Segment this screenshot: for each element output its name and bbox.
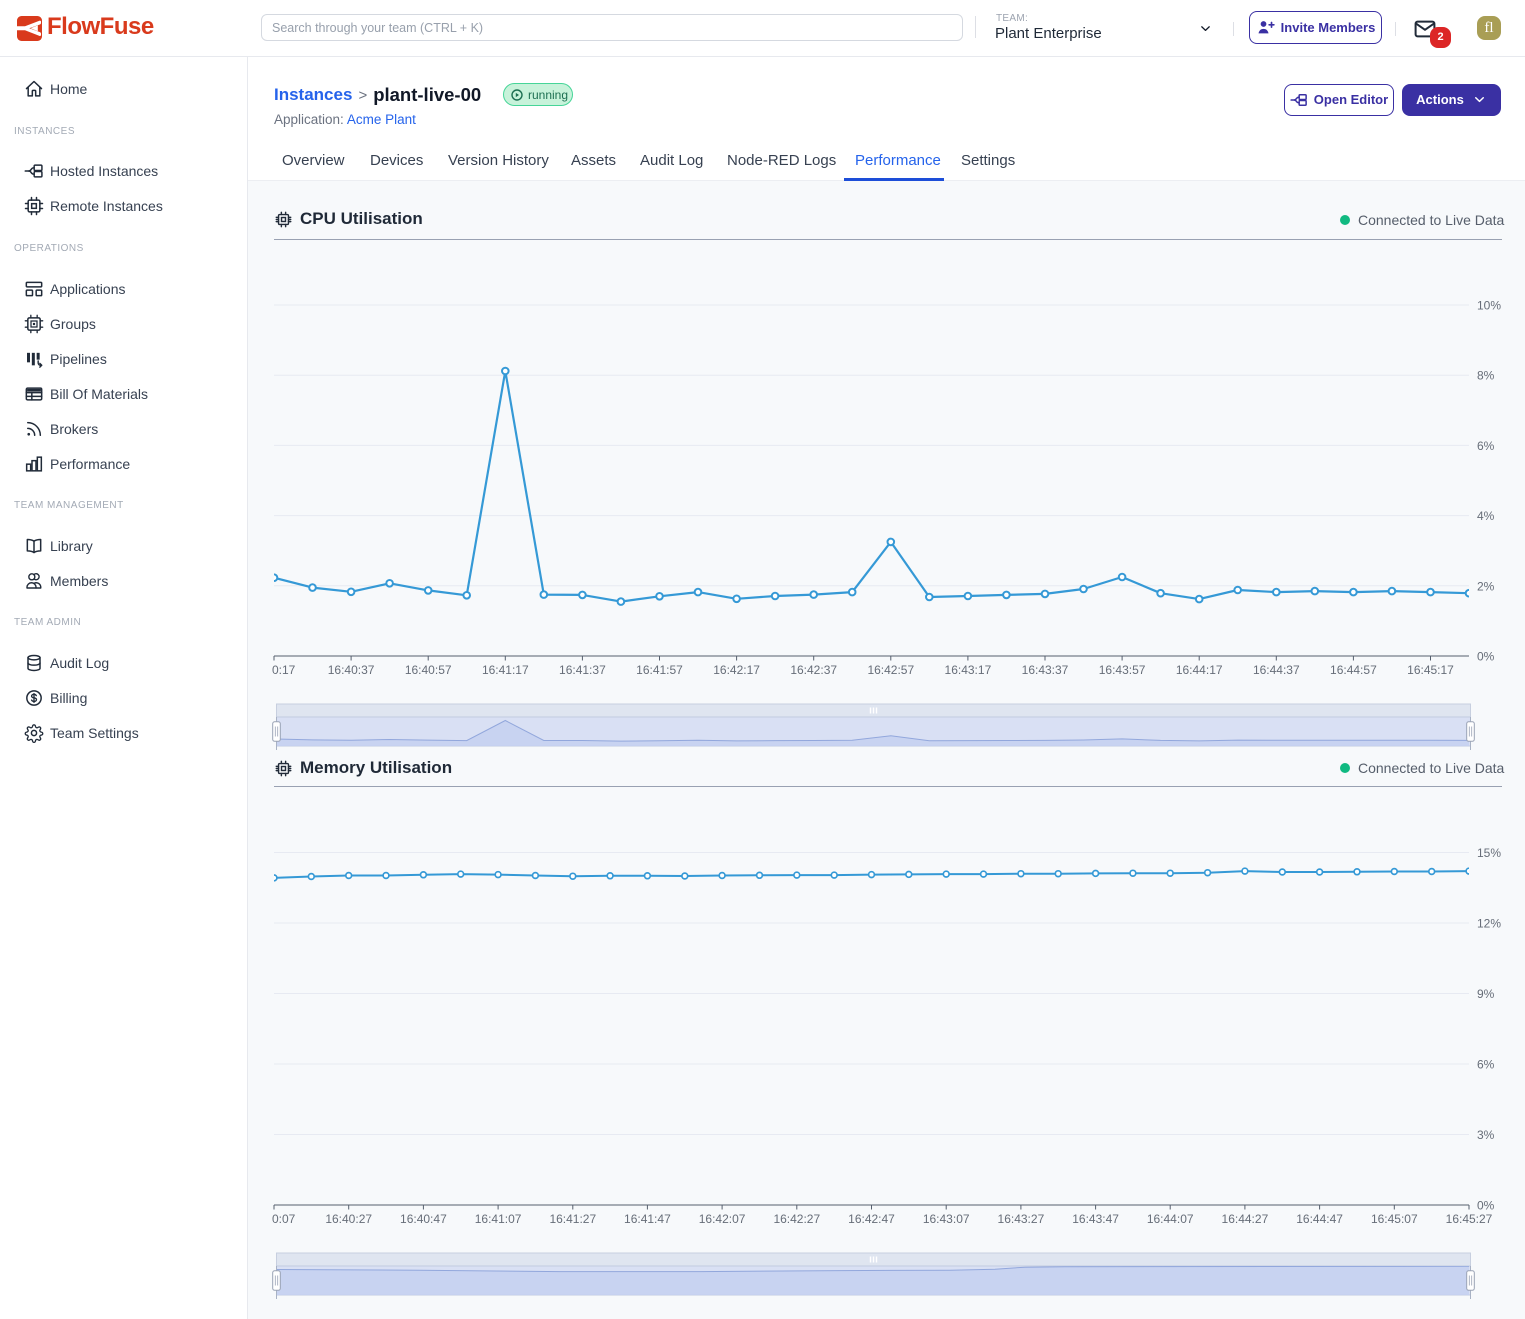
svg-text:0%: 0%: [1477, 1199, 1495, 1213]
svg-text:16:45:07: 16:45:07: [1371, 1212, 1418, 1226]
svg-text:16:45:27: 16:45:27: [1446, 1212, 1493, 1226]
svg-text:16:43:47: 16:43:47: [1072, 1212, 1119, 1226]
svg-text:0%: 0%: [1477, 650, 1495, 664]
svg-text:16:42:07: 16:42:07: [699, 1212, 746, 1226]
svg-text:16:42:27: 16:42:27: [773, 1212, 820, 1226]
svg-text:16:44:47: 16:44:47: [1296, 1212, 1343, 1226]
svg-text:16:43:17: 16:43:17: [945, 663, 992, 677]
svg-text:16:45:17: 16:45:17: [1407, 663, 1454, 677]
svg-text:8%: 8%: [1477, 369, 1495, 383]
svg-text:12%: 12%: [1477, 917, 1501, 931]
svg-text:0:07: 0:07: [272, 1212, 296, 1226]
svg-text:16:40:27: 16:40:27: [325, 1212, 372, 1226]
svg-text:16:41:27: 16:41:27: [549, 1212, 596, 1226]
svg-text:15%: 15%: [1477, 846, 1501, 860]
svg-text:16:42:37: 16:42:37: [790, 663, 837, 677]
svg-text:16:41:37: 16:41:37: [559, 663, 606, 677]
svg-text:16:44:27: 16:44:27: [1222, 1212, 1269, 1226]
svg-text:16:44:17: 16:44:17: [1176, 663, 1223, 677]
svg-text:6%: 6%: [1477, 439, 1495, 453]
svg-text:16:42:47: 16:42:47: [848, 1212, 895, 1226]
svg-text:16:40:47: 16:40:47: [400, 1212, 447, 1226]
svg-text:16:44:07: 16:44:07: [1147, 1212, 1194, 1226]
svg-text:16:40:57: 16:40:57: [405, 663, 452, 677]
svg-text:16:43:57: 16:43:57: [1099, 663, 1146, 677]
svg-text:16:41:07: 16:41:07: [475, 1212, 522, 1226]
svg-text:16:42:57: 16:42:57: [867, 663, 914, 677]
svg-text:16:42:17: 16:42:17: [713, 663, 760, 677]
svg-text:9%: 9%: [1477, 987, 1495, 1001]
svg-text:10%: 10%: [1477, 299, 1501, 313]
svg-text:3%: 3%: [1477, 1128, 1495, 1142]
svg-text:16:40:37: 16:40:37: [328, 663, 375, 677]
svg-text:0:17: 0:17: [272, 663, 296, 677]
svg-text:16:41:57: 16:41:57: [636, 663, 683, 677]
svg-text:16:41:47: 16:41:47: [624, 1212, 671, 1226]
svg-text:6%: 6%: [1477, 1058, 1495, 1072]
svg-text:16:41:17: 16:41:17: [482, 663, 529, 677]
svg-text:2%: 2%: [1477, 579, 1495, 593]
svg-text:16:44:57: 16:44:57: [1330, 663, 1377, 677]
svg-text:16:43:37: 16:43:37: [1022, 663, 1069, 677]
svg-text:4%: 4%: [1477, 509, 1495, 523]
svg-text:16:44:37: 16:44:37: [1253, 663, 1300, 677]
svg-text:16:43:07: 16:43:07: [923, 1212, 970, 1226]
svg-text:16:43:27: 16:43:27: [998, 1212, 1045, 1226]
